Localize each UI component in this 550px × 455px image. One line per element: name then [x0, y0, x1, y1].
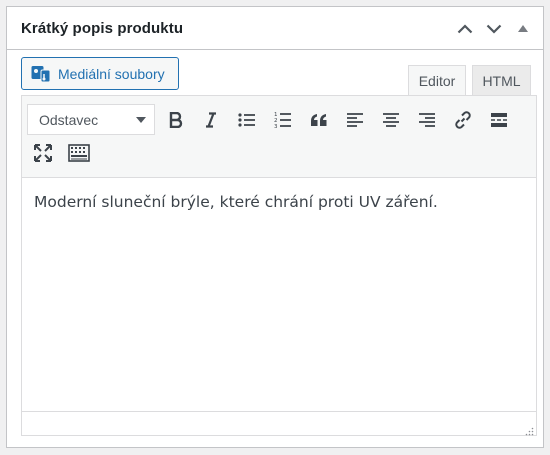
tab-html[interactable]: HTML [472, 65, 531, 95]
fullscreen-icon [34, 144, 52, 162]
toggle-panel-button[interactable] [508, 11, 537, 47]
bullet-list-button[interactable] [232, 105, 262, 135]
align-left-icon [347, 113, 363, 127]
toolbar-toggle-icon [68, 144, 90, 162]
editor-toolbar: Odstavec 123 [22, 96, 536, 178]
short-description-postbox: Krátký popis produktu Mediální soubory E… [6, 6, 544, 448]
align-right-button[interactable] [412, 105, 442, 135]
tab-editor[interactable]: Editor [408, 65, 466, 96]
move-down-button[interactable] [479, 11, 508, 47]
fullscreen-button[interactable] [28, 138, 58, 168]
blockquote-icon [311, 114, 327, 126]
svg-text:3: 3 [274, 124, 278, 129]
italic-icon [206, 112, 216, 128]
content-paragraph: Moderní sluneční brýle, které chrání pro… [34, 193, 438, 211]
caret-up-icon [517, 25, 528, 32]
editor-statusbar [22, 411, 536, 436]
postbox-title: Krátký popis produktu [21, 19, 184, 37]
chevron-up-icon [457, 23, 472, 33]
bullet-list-icon [238, 113, 255, 127]
align-left-button[interactable] [340, 105, 370, 135]
add-media-button[interactable]: Mediální soubory [21, 57, 179, 90]
align-center-button[interactable] [376, 105, 406, 135]
insert-link-button[interactable] [448, 105, 478, 135]
postbox-header: Krátký popis produktu [7, 7, 543, 50]
align-center-icon [383, 113, 399, 127]
numbered-list-button[interactable]: 123 [268, 105, 298, 135]
media-icon [31, 64, 51, 84]
numbered-list-icon: 123 [274, 112, 291, 129]
bold-icon [169, 112, 183, 128]
resize-handle-icon[interactable] [524, 423, 534, 436]
editor-container: Odstavec 123 Moderní sluneční brýle, kte… [21, 95, 537, 436]
align-right-icon [419, 113, 435, 127]
read-more-button[interactable] [484, 105, 514, 135]
handle-actions [450, 7, 537, 50]
link-icon [455, 111, 471, 129]
select-arrow-icon [136, 117, 146, 123]
add-media-label: Mediální soubory [58, 65, 165, 82]
toolbar-toggle-button[interactable] [64, 138, 94, 168]
bold-button[interactable] [161, 105, 191, 135]
move-up-button[interactable] [450, 11, 479, 47]
format-select[interactable]: Odstavec [27, 104, 155, 135]
read-more-icon [491, 113, 507, 127]
blockquote-button[interactable] [304, 105, 334, 135]
editor-content[interactable]: Moderní sluneční brýle, které chrání pro… [22, 178, 536, 410]
chevron-down-icon [486, 24, 501, 34]
format-select-value: Odstavec [39, 111, 99, 128]
italic-button[interactable] [196, 105, 226, 135]
